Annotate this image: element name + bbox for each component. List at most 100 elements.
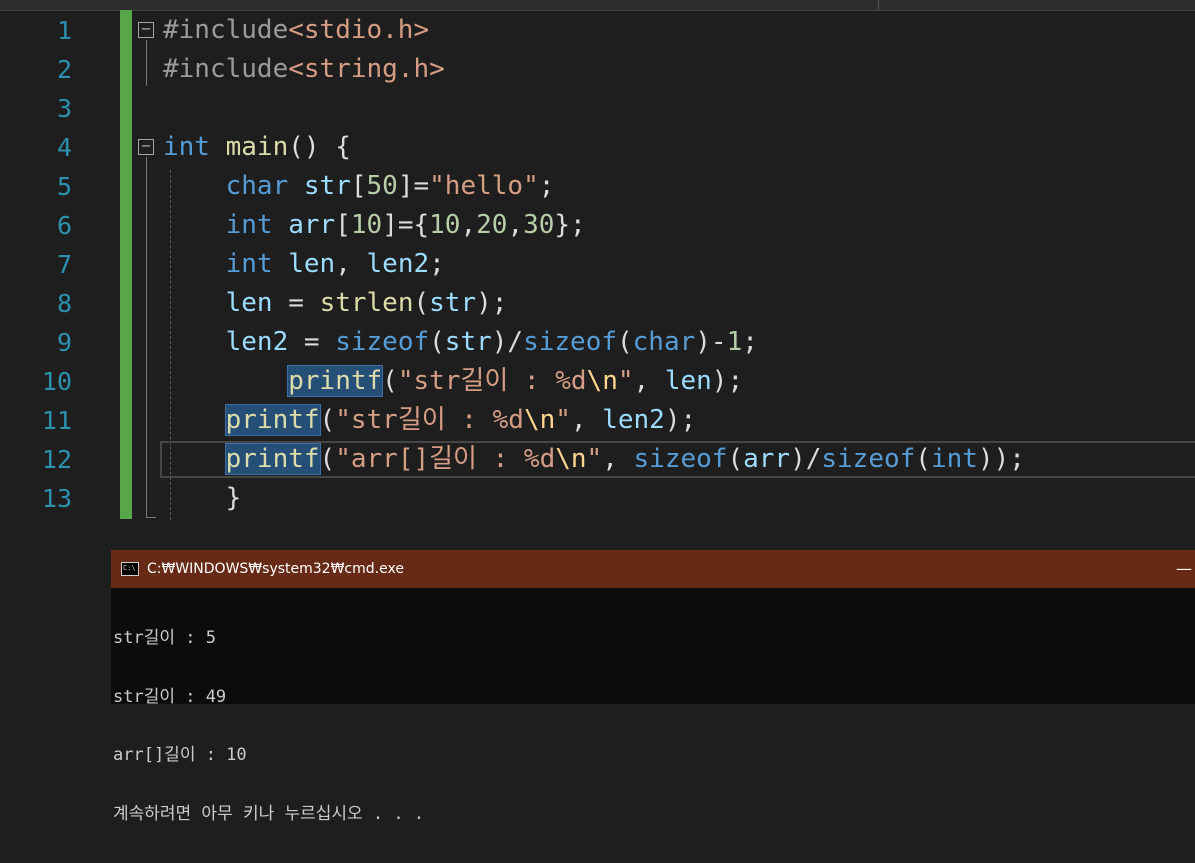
fold-line-main (146, 157, 147, 518)
code-token: len (225, 288, 273, 318)
console-window[interactable]: C:\ C:₩WINDOWS₩system32₩cmd.exe — str길이 … (111, 550, 1195, 823)
code-token: ]={ (382, 210, 430, 240)
code-line[interactable]: char str[50]="hello"; (163, 167, 555, 206)
code-token: len2 (366, 249, 430, 279)
code-token: ( (319, 444, 336, 474)
code-line[interactable]: len = strlen(str); (163, 284, 508, 323)
code-token: <string.h> (288, 54, 445, 84)
code-line[interactable]: #include<stdio.h> (163, 11, 429, 50)
code-token: )/ (491, 327, 524, 357)
code-token: ( (727, 444, 744, 474)
collapse-main-icon[interactable]: − (138, 138, 154, 155)
code-token: ( (429, 327, 445, 357)
code-token: , (570, 405, 603, 435)
console-title: C:₩WINDOWS₩system32₩cmd.exe (147, 561, 404, 577)
console-line: 계속하려면 아무 키나 누르십시오 . . . (113, 803, 425, 824)
code-token: , (602, 444, 634, 474)
code-line[interactable]: int main() { (163, 128, 351, 167)
fold-line-include (146, 40, 147, 86)
line-number: 8 (56, 289, 72, 318)
code-token: }; (554, 210, 586, 240)
code-token: ( (319, 405, 336, 435)
line-number: 12 (41, 445, 72, 474)
code-token: "str길이 : %d (335, 405, 524, 435)
code-token: sizeof (523, 327, 617, 357)
code-token: \n (523, 405, 556, 435)
line-number: 5 (56, 172, 72, 201)
minimize-button[interactable]: — (1173, 550, 1195, 588)
code-token: )/ (790, 444, 822, 474)
code-token: int (225, 210, 273, 240)
code-token: ( (413, 288, 430, 318)
line-number: 7 (56, 250, 72, 279)
code-token: sizeof (633, 444, 728, 474)
fold-end-main (146, 517, 156, 518)
line-number-gutter: 1 2 3 4 5 6 7 8 9 10 11 12 13 (0, 10, 110, 550)
code-token: int (930, 444, 978, 474)
code-token: ); (664, 405, 697, 435)
code-line[interactable]: printf("str길이 : %d\n", len); (163, 362, 743, 401)
code-line[interactable]: len2 = sizeof(str)/sizeof(char)-1; (163, 323, 758, 362)
code-token: [ (350, 171, 367, 201)
line-number: 11 (41, 406, 72, 435)
code-token: , (507, 210, 524, 240)
code-token: len (288, 249, 336, 279)
code-line[interactable]: printf("arr[]길이 : %d\n", sizeof(arr)/siz… (163, 440, 1025, 479)
code-token: \n (555, 444, 587, 474)
code-token: sizeof (335, 327, 430, 357)
code-token: ); (476, 288, 508, 318)
code-token: #include (163, 54, 289, 84)
code-token: strlen (319, 288, 414, 318)
code-line[interactable]: printf("str길이 : %d\n", len2); (163, 401, 696, 440)
code-token: str (303, 171, 351, 201)
code-token: len2 (225, 327, 289, 357)
line-number: 1 (56, 16, 72, 45)
line-number: 3 (56, 94, 72, 123)
code-token: , (460, 210, 477, 240)
code-token: int (163, 132, 210, 162)
console-output: str길이 : 5 str길이 : 49 arr[]길이 : 10 계속하려면 … (113, 590, 424, 863)
line-number: 6 (56, 211, 72, 240)
code-token: , (335, 249, 367, 279)
code-token: = (272, 288, 320, 318)
code-token: ; (742, 327, 758, 357)
code-token: " (617, 366, 634, 396)
line-number: 4 (56, 133, 72, 162)
code-token: str (444, 327, 492, 357)
line-number: 13 (41, 484, 72, 513)
collapse-include-icon[interactable]: − (138, 21, 154, 38)
code-token: [ (335, 210, 351, 240)
console-titlebar[interactable]: C:\ C:₩WINDOWS₩system32₩cmd.exe — (111, 550, 1195, 588)
code-token: #include (163, 15, 289, 45)
code-line[interactable]: } (163, 479, 242, 518)
code-line[interactable]: #include<string.h> (163, 50, 445, 89)
console-line: arr[]길이 : 10 (113, 745, 247, 765)
code-token: ( (382, 366, 398, 396)
code-token: "arr[]길이 : %d (335, 444, 556, 474)
line-number: 9 (56, 328, 72, 357)
code-token: printf (224, 443, 321, 475)
code-token: \n (586, 366, 618, 396)
code-token: " (555, 405, 571, 435)
code-line[interactable]: int len, len2; (163, 245, 445, 284)
console-line: str길이 : 5 (113, 628, 216, 648)
code-token: printf (287, 365, 384, 397)
code-token: } (163, 483, 242, 513)
code-token: <stdio.h> (288, 15, 430, 45)
code-token: int (225, 249, 273, 279)
code-token: printf (224, 404, 321, 436)
code-token: ; (538, 171, 555, 201)
code-token: 10 (350, 210, 383, 240)
code-editor[interactable]: 1 2 3 4 5 6 7 8 9 10 11 12 13 − − #include<stdio.h> #… (0, 10, 1195, 550)
code-token: , (633, 366, 665, 396)
code-line[interactable]: int arr[10]={10,20,30}; (163, 206, 586, 245)
